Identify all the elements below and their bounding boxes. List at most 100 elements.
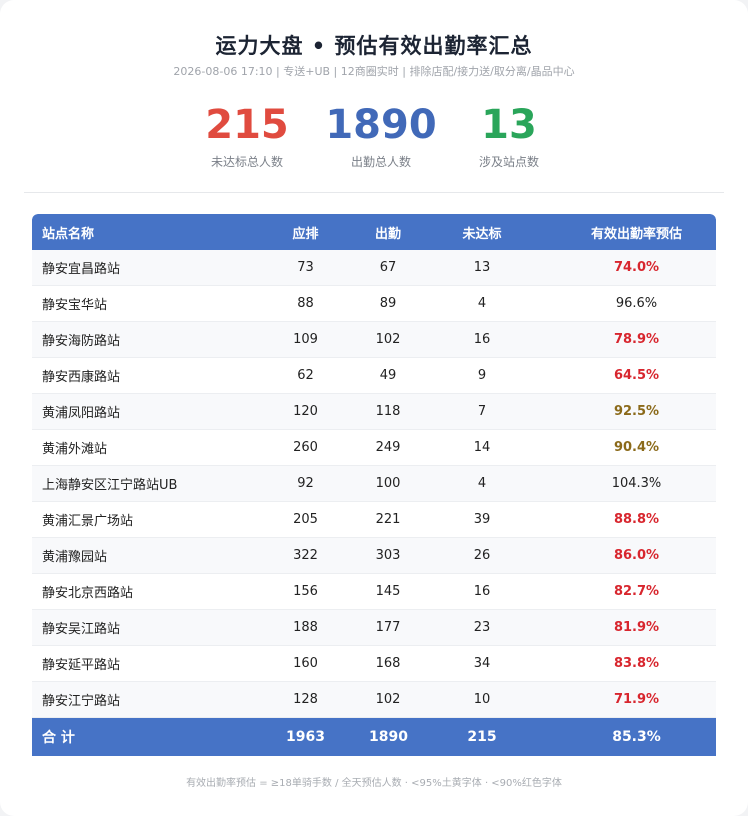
- miss-count: 26: [473, 548, 491, 563]
- stat-stations: 13 涉及站点数: [434, 102, 584, 170]
- table-row: 黄浦汇景广场站 205 221 39 88.8%: [32, 502, 716, 538]
- station-name: 静安宜昌路站: [42, 262, 121, 277]
- table-body: 静安宜昌路站 73 67 13 74.0% 静安宝华站 88 89 4 96.6% 静安海防路站 10…: [32, 250, 716, 718]
- attend-count: 67: [379, 260, 397, 275]
- rate-value: 104.3%: [611, 476, 662, 491]
- attendance-table: 站点名称 应排 出勤 未达标 有效出勤率预估 静安宜昌路站 73 67 13 74.0%…: [32, 214, 716, 756]
- miss-count: 23: [473, 620, 491, 635]
- header-miss: 未达标: [462, 226, 502, 242]
- rate-value: 82.7%: [613, 584, 660, 599]
- plan-count: 109: [293, 332, 318, 347]
- plan-count: 62: [297, 368, 314, 383]
- rate-value: 71.9%: [613, 692, 660, 707]
- plan-count: 160: [293, 656, 318, 671]
- stat-missed-label: 未达标总人数: [210, 155, 283, 169]
- rate-value: 86.0%: [613, 548, 660, 563]
- total-label: 合 计: [42, 730, 75, 746]
- station-name: 黄浦汇景广场站: [42, 514, 134, 529]
- plan-count: 120: [293, 404, 318, 419]
- header-attend: 出勤: [374, 226, 401, 242]
- total-plan: 1963: [286, 729, 325, 745]
- attend-count: 118: [375, 404, 401, 419]
- rate-value: 74.0%: [613, 260, 660, 275]
- miss-count: 4: [477, 296, 487, 311]
- attend-count: 100: [375, 476, 401, 491]
- plan-count: 322: [293, 548, 318, 563]
- rate-value: 78.9%: [613, 332, 660, 347]
- plan-count: 205: [293, 512, 318, 527]
- table-total-row: 合 计 1963 1890 215 85.3%: [32, 718, 716, 756]
- miss-count: 9: [477, 368, 487, 383]
- page-title: 运力大盘 • 预估有效出勤率汇总: [215, 34, 533, 58]
- plan-count: 260: [293, 440, 318, 455]
- table-row: 静安江宁路站 128 102 10 71.9%: [32, 682, 716, 718]
- attend-count: 303: [375, 548, 401, 563]
- table-row: 黄浦外滩站 260 249 14 90.4%: [32, 430, 716, 466]
- station-name: 静安西康路站: [42, 370, 121, 385]
- stats-panel: 215 未达标总人数 1890 出勤总人数 13 涉及站点数: [0, 102, 748, 172]
- total-attend: 1890: [369, 729, 408, 745]
- stat-missed: 215 未达标总人数: [172, 102, 322, 170]
- miss-count: 10: [473, 692, 491, 707]
- rate-value: 96.6%: [615, 296, 658, 311]
- table-row: 静安宜昌路站 73 67 13 74.0%: [32, 250, 716, 286]
- station-name: 黄浦外滩站: [42, 442, 108, 457]
- table-row: 静安吴江路站 188 177 23 81.9%: [32, 610, 716, 646]
- attend-count: 177: [375, 620, 401, 635]
- station-name: 静安海防路站: [42, 334, 121, 349]
- table-row: 静安宝华站 88 89 4 96.6%: [32, 286, 716, 322]
- stat-missed-value: 215: [205, 102, 289, 148]
- table-row: 黄浦凤阳路站 120 118 7 92.5%: [32, 394, 716, 430]
- miss-count: 4: [477, 476, 487, 491]
- attend-count: 102: [375, 332, 401, 347]
- plan-count: 73: [297, 260, 314, 275]
- station-name: 静安江宁路站: [42, 694, 121, 709]
- table-row: 上海静安区江宁路站UB 92 100 4 104.3%: [32, 466, 716, 502]
- attend-count: 49: [379, 368, 397, 383]
- header-station: 站点名称: [42, 226, 95, 242]
- plan-count: 92: [297, 476, 314, 491]
- station-name: 黄浦凤阳路站: [42, 406, 121, 421]
- miss-count: 39: [473, 512, 491, 527]
- rate-value: 83.8%: [613, 656, 660, 671]
- attend-count: 221: [375, 512, 401, 527]
- station-name: 静安吴江路站: [42, 622, 121, 637]
- table-row: 静安西康路站 62 49 9 64.5%: [32, 358, 716, 394]
- miss-count: 34: [473, 656, 491, 671]
- station-name: 静安北京西路站: [42, 586, 134, 601]
- attend-count: 102: [375, 692, 401, 707]
- rate-value: 90.4%: [613, 440, 660, 455]
- rate-value: 88.8%: [613, 512, 660, 527]
- station-name: 静安延平路站: [42, 658, 121, 673]
- total-miss: 215: [467, 729, 497, 745]
- station-name: 黄浦豫园站: [42, 550, 108, 565]
- station-name: 静安宝华站: [42, 298, 108, 313]
- table-row: 黄浦豫园站 322 303 26 86.0%: [32, 538, 716, 574]
- summary-card: 运力大盘 • 预估有效出勤率汇总 2026-08-06 17:10 | 专送+U…: [0, 0, 748, 816]
- plan-count: 88: [297, 296, 314, 311]
- stat-stations-value: 13: [481, 102, 537, 148]
- table-row: 静安北京西路站 156 145 16 82.7%: [32, 574, 716, 610]
- page-subtitle: 2026-08-06 17:10 | 专送+UB | 12商圈实时 | 排除店配…: [173, 65, 575, 78]
- station-name: 上海静安区江宁路站UB: [42, 478, 178, 493]
- rate-value: 92.5%: [613, 404, 660, 419]
- divider: [24, 192, 724, 193]
- miss-count: 16: [473, 584, 491, 599]
- header-plan: 应排: [292, 226, 319, 242]
- total-rate: 85.3%: [612, 729, 661, 745]
- miss-count: 7: [477, 404, 487, 419]
- miss-count: 14: [473, 440, 491, 455]
- attend-count: 89: [379, 296, 397, 311]
- plan-count: 156: [293, 584, 318, 599]
- miss-count: 16: [473, 332, 491, 347]
- table-header: 站点名称 应排 出勤 未达标 有效出勤率预估: [32, 214, 716, 250]
- attend-count: 249: [375, 440, 401, 455]
- miss-count: 13: [473, 260, 491, 275]
- attend-count: 145: [375, 584, 401, 599]
- rate-value: 64.5%: [613, 368, 660, 383]
- stat-stations-label: 涉及站点数: [478, 155, 539, 169]
- rate-value: 81.9%: [613, 620, 660, 635]
- header-rate: 有效出勤率预估: [590, 226, 682, 242]
- table-row: 静安海防路站 109 102 16 78.9%: [32, 322, 716, 358]
- footer-note: 有效出勤率预估 = ≥18单骑手数 / 全天预估人数 · <95%土黄字体 · …: [186, 778, 562, 789]
